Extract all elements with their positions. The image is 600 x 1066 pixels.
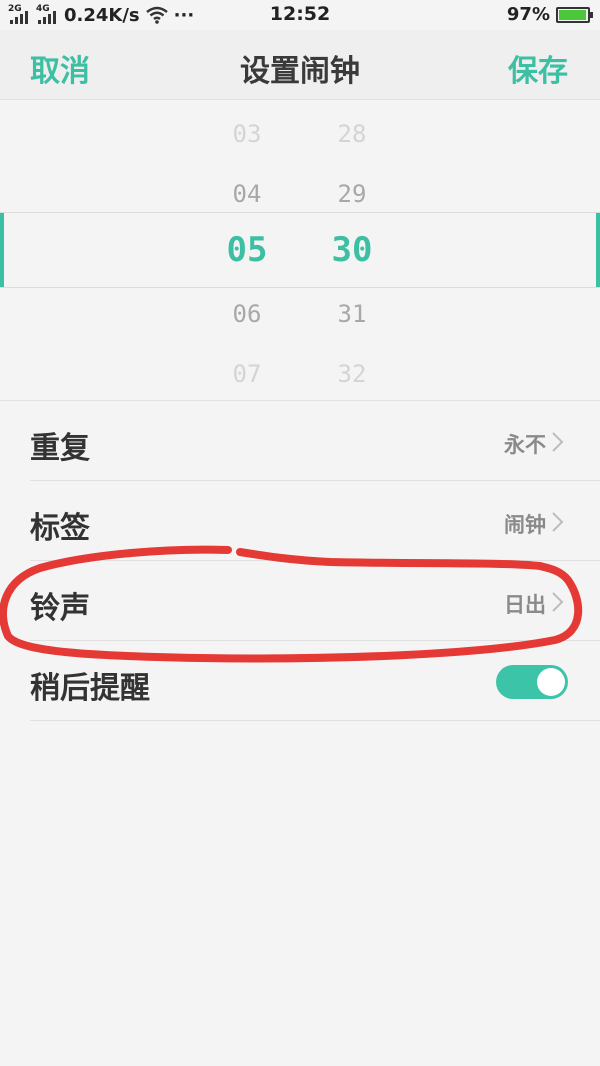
- battery-fill: [559, 9, 587, 20]
- repeat-label: 重复: [30, 431, 90, 466]
- hour-option[interactable]: 06: [207, 300, 287, 328]
- hour-option[interactable]: 07: [207, 360, 287, 388]
- tag-value: 闹钟: [504, 513, 546, 537]
- snooze-toggle[interactable]: [496, 665, 568, 699]
- repeat-value: 永不: [504, 433, 546, 457]
- alarm-settings-list: 重复 永不 标签 闹钟 铃声 日出 稍后提醒: [0, 400, 600, 721]
- repeat-row[interactable]: 重复 永不: [30, 401, 600, 481]
- minute-option[interactable]: 32: [312, 360, 392, 388]
- minute-selected[interactable]: 30: [312, 230, 392, 270]
- save-button[interactable]: 保存: [508, 46, 568, 90]
- chevron-right-icon: [552, 432, 564, 452]
- battery-percent: 97%: [506, 4, 550, 25]
- picker-selection-band: [0, 212, 600, 288]
- ringtone-value: 日出: [504, 593, 546, 617]
- chevron-right-icon: [552, 512, 564, 532]
- ringtone-label: 铃声: [30, 591, 90, 626]
- hour-option[interactable]: 04: [207, 180, 287, 208]
- status-bar: 2G 4G 0.24K/s ··· 12:52 97%: [0, 0, 600, 30]
- minute-option[interactable]: 29: [312, 180, 392, 208]
- tag-row[interactable]: 标签 闹钟: [30, 481, 600, 561]
- toggle-knob: [537, 668, 565, 696]
- header-bar: 取消 设置闹钟 保存: [0, 30, 600, 100]
- time-picker[interactable]: 03 04 05 06 07 28 29 30 31 32: [0, 100, 600, 400]
- tag-label: 标签: [30, 511, 90, 546]
- snooze-row: 稍后提醒: [30, 641, 600, 721]
- status-right: 97%: [506, 4, 593, 25]
- battery-icon: [556, 6, 593, 23]
- chevron-right-icon: [552, 592, 564, 612]
- minute-option[interactable]: 28: [312, 120, 392, 148]
- minute-option[interactable]: 31: [312, 300, 392, 328]
- hour-option[interactable]: 03: [207, 120, 287, 148]
- snooze-label: 稍后提醒: [30, 671, 150, 706]
- hour-selected[interactable]: 05: [207, 230, 287, 270]
- ringtone-row[interactable]: 铃声 日出: [30, 561, 600, 641]
